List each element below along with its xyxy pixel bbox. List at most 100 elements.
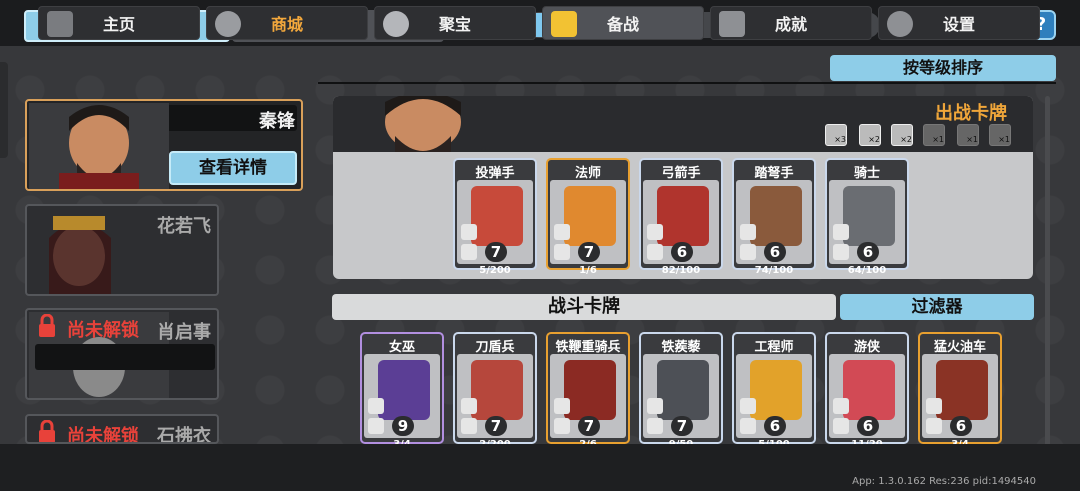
lock-icon <box>39 420 55 442</box>
ability-icon <box>740 224 756 240</box>
unit-card[interactable]: 刀盾兵72/200 <box>453 332 537 450</box>
hero-item-xiaoqishi[interactable]: 尚未解锁 肖启事 <box>25 308 219 400</box>
unit-card[interactable]: 骑士 6 64/100 <box>825 158 909 276</box>
ability-icon <box>461 418 477 434</box>
ability-icon <box>740 398 756 414</box>
unit-progress: 1/6 <box>579 265 597 276</box>
unit-card[interactable]: 猛火油车63/4 <box>918 332 1002 450</box>
nav-achievement[interactable]: 成就 <box>710 6 872 40</box>
unit-portrait <box>471 360 523 420</box>
filter-button[interactable]: 过滤器 <box>840 294 1034 320</box>
hero-name-bar <box>35 344 215 370</box>
ability-icon <box>833 398 849 414</box>
unit-progress: 82/100 <box>661 265 701 276</box>
ability-icon <box>647 398 663 414</box>
unit-portrait <box>378 360 430 420</box>
unit-card[interactable]: 游侠611/20 <box>825 332 909 450</box>
unit-level: 6 <box>950 416 972 436</box>
unit-card-name: 女巫 <box>388 340 415 355</box>
unit-portrait <box>936 360 988 420</box>
unit-card[interactable]: 投弹手 7 5/200 <box>453 158 537 276</box>
unit-card[interactable]: 铁鞭重骑兵72/6 <box>546 332 630 450</box>
unit-portrait <box>471 186 523 246</box>
unit-card-name: 铁鞭重骑兵 <box>555 340 621 355</box>
stat-slot-icon: ×2 <box>859 124 881 146</box>
unit-portrait <box>564 186 616 246</box>
ability-icon <box>926 398 942 414</box>
nav-home[interactable]: 主页 <box>38 6 200 40</box>
unit-level: 7 <box>578 416 600 436</box>
unit-portrait <box>564 360 616 420</box>
shop-icon <box>215 11 241 37</box>
hero-name: 秦锋 <box>259 111 295 132</box>
unit-level: 7 <box>578 242 600 262</box>
hero-item-huaruofei[interactable]: 花若飞 <box>25 204 219 296</box>
unit-level: 7 <box>485 416 507 436</box>
nav-prep[interactable]: 备战 <box>542 6 704 40</box>
unit-level: 6 <box>671 242 693 262</box>
stat-slot-icon: ×1 <box>957 124 979 146</box>
nav-label: 商城 <box>270 15 303 34</box>
hero-name: 花若飞 <box>157 216 211 237</box>
lock-icon <box>39 314 55 337</box>
hero-portrait <box>29 208 169 294</box>
hero-portrait <box>29 103 169 189</box>
unit-card[interactable]: 弓箭手 6 82/100 <box>639 158 723 276</box>
hero-item-qinfeng[interactable]: 秦锋 查看详情 <box>25 99 303 191</box>
ability-icon <box>926 418 942 434</box>
ability-icon <box>833 418 849 434</box>
nav-label: 成就 <box>774 15 807 34</box>
unit-level: 6 <box>764 416 786 436</box>
ability-icon <box>833 224 849 240</box>
nav-label: 设置 <box>942 15 975 34</box>
ability-icon <box>554 418 570 434</box>
unit-card[interactable]: 法师 7 1/6 <box>546 158 630 276</box>
unit-progress: 5/200 <box>479 265 511 276</box>
unit-card-name: 踏弩手 <box>754 166 794 181</box>
stat-slot-icon: ×1 <box>923 124 945 146</box>
unit-card[interactable]: 踏弩手 6 74/100 <box>732 158 816 276</box>
home-icon <box>47 11 73 37</box>
unit-portrait <box>657 186 709 246</box>
gear-icon <box>887 11 913 37</box>
nav-label: 聚宝 <box>438 15 471 34</box>
ability-icon <box>368 398 384 414</box>
unit-card-name: 骑士 <box>853 166 880 181</box>
game-screen: { "tabs":{"prep":"备战","favorites":"收藏"},… <box>0 0 1080 491</box>
unit-card[interactable]: 工程师65/100 <box>732 332 816 450</box>
unit-card-name: 游侠 <box>853 340 880 355</box>
unit-portrait <box>843 186 895 246</box>
left-panel-handle[interactable] <box>0 62 8 158</box>
nav-settings[interactable]: 设置 <box>878 6 1040 40</box>
scrollbar[interactable] <box>1045 96 1050 446</box>
sort-by-level-button[interactable]: 按等级排序 <box>830 55 1056 81</box>
ability-icon <box>647 244 663 260</box>
hero-item-shifuyi[interactable]: 尚未解锁 石拂衣 <box>25 414 219 444</box>
hero-name: 石拂衣 <box>157 426 211 444</box>
view-details-button[interactable]: 查看详情 <box>169 151 297 185</box>
app-version-info: App: 1.3.0.162 Res:236 pid:1494540 <box>852 476 1036 487</box>
nav-shop[interactable]: 商城 <box>206 6 368 40</box>
nav-label: 主页 <box>102 15 135 34</box>
stat-slot-icon: ×3 <box>825 124 847 146</box>
unit-progress: 74/100 <box>754 265 794 276</box>
nav-treasure[interactable]: 聚宝 <box>374 6 536 40</box>
locked-label: 尚未解锁 <box>67 426 139 444</box>
ability-icon <box>461 244 477 260</box>
unit-level: 6 <box>857 242 879 262</box>
cards-icon <box>551 11 577 37</box>
ability-icon <box>833 244 849 260</box>
unit-portrait <box>750 186 802 246</box>
nav-label: 备战 <box>606 15 639 34</box>
unit-card[interactable]: 铁蒺藜79/50 <box>639 332 723 450</box>
unit-card[interactable]: 女巫93/4 <box>360 332 444 450</box>
unit-level: 6 <box>764 242 786 262</box>
achievement-icon <box>719 11 745 37</box>
unit-level: 7 <box>671 416 693 436</box>
unit-progress: 64/100 <box>847 265 887 276</box>
ability-icon <box>461 398 477 414</box>
unit-card-name: 铁蒺藜 <box>661 340 701 355</box>
unit-portrait <box>657 360 709 420</box>
ability-icon <box>740 418 756 434</box>
divider <box>318 82 1056 84</box>
